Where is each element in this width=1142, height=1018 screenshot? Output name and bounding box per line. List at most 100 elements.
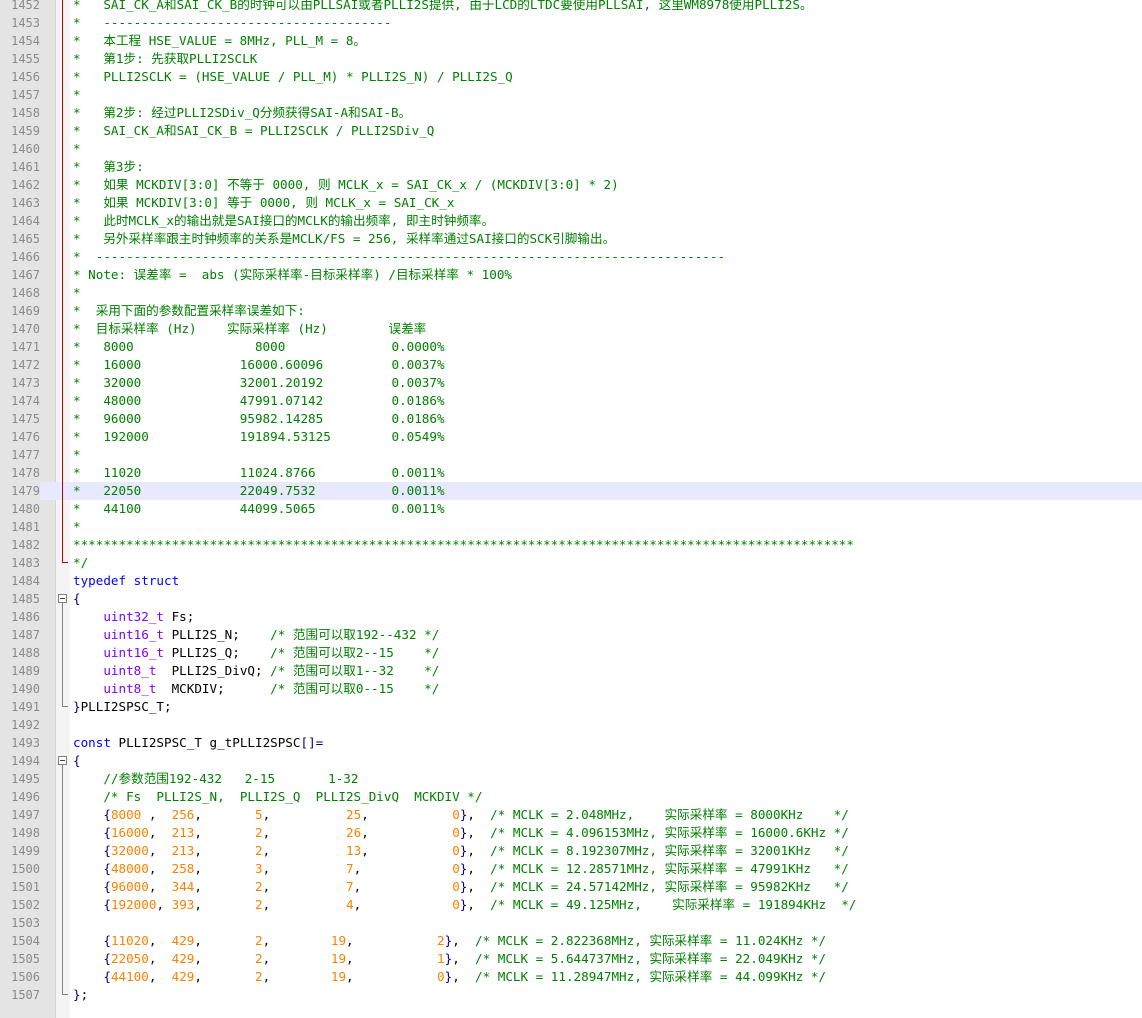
code-line[interactable]: 1464 * 此时MCLK_x的输出就是SAI接口的MCLK的输出频率, 即主时钟…: [0, 212, 1142, 230]
code-line[interactable]: 1487 uint16_t PLLI2S_N; /* 范围可以取192--432…: [0, 626, 1142, 644]
code-line[interactable]: 1461 * 第3步:: [0, 158, 1142, 176]
code-line[interactable]: 1495 //参数范围192-432 2-15 1-32: [0, 770, 1142, 788]
code-text[interactable]: {96000, 344, 2, 7, 0}, /* MCLK = 24.5714…: [73, 878, 848, 896]
code-text[interactable]: * 48000 47991.07142 0.0186%: [73, 392, 445, 410]
code-text[interactable]: const PLLI2SPSC_T g_tPLLI2SPSC[]=: [73, 734, 323, 752]
code-text[interactable]: * 第1步: 先获取PLLI2SCLK: [73, 50, 257, 68]
code-text[interactable]: {192000, 393, 2, 4, 0}, /* MCLK = 49.125…: [73, 896, 856, 914]
code-text[interactable]: * 另外采样率跟主时钟频率的关系是MCLK/FS = 256, 采样率通过SAI…: [73, 230, 615, 248]
code-line[interactable]: 1453 * ----------------------------------…: [0, 14, 1142, 32]
code-text[interactable]: * 192000 191894.53125 0.0549%: [73, 428, 445, 446]
code-text[interactable]: {22050, 429, 2, 19, 1}, /* MCLK = 5.6447…: [73, 950, 826, 968]
code-line[interactable]: 1489 uint8_t PLLI2S_DivQ; /* 范围可以取1--32 …: [0, 662, 1142, 680]
code-text[interactable]: * 11020 11024.8766 0.0011%: [73, 464, 445, 482]
code-text[interactable]: uint32_t Fs;: [73, 608, 194, 626]
code-line[interactable]: 1503: [0, 914, 1142, 932]
code-text[interactable]: uint16_t PLLI2S_Q; /* 范围可以取2--15 */: [73, 644, 439, 662]
fold-toggle-icon[interactable]: [57, 752, 69, 770]
code-text[interactable]: */: [73, 554, 88, 572]
code-text[interactable]: * 8000 8000 0.0000%: [73, 338, 445, 356]
code-line[interactable]: 1492: [0, 716, 1142, 734]
code-text[interactable]: };: [73, 986, 88, 1004]
code-line[interactable]: 1454 * 本工程 HSE_VALUE = 8MHz, PLL_M = 8。: [0, 32, 1142, 50]
code-text[interactable]: //参数范围192-432 2-15 1-32: [73, 770, 358, 788]
code-text[interactable]: * 本工程 HSE_VALUE = 8MHz, PLL_M = 8。: [73, 32, 366, 50]
code-text[interactable]: uint16_t PLLI2S_N; /* 范围可以取192--432 */: [73, 626, 439, 644]
code-text[interactable]: * --------------------------------------…: [73, 248, 725, 266]
code-line[interactable]: 1493 const PLLI2SPSC_T g_tPLLI2SPSC[]=: [0, 734, 1142, 752]
code-line[interactable]: 1459 * SAI_CK_A和SAI_CK_B = PLLI2SCLK / PL…: [0, 122, 1142, 140]
code-line[interactable]: 1496 /* Fs PLLI2S_N, PLLI2S_Q PLLI2S_Div…: [0, 788, 1142, 806]
code-text[interactable]: * 96000 95982.14285 0.0186%: [73, 410, 445, 428]
fold-toggle-icon[interactable]: [57, 590, 69, 608]
code-line[interactable]: 1476 * 192000 191894.53125 0.0549%: [0, 428, 1142, 446]
code-line[interactable]: 1507};: [0, 986, 1142, 1004]
code-line[interactable]: 1480 * 44100 44099.5065 0.0011%: [0, 500, 1142, 518]
code-text[interactable]: * 32000 32001.20192 0.0037%: [73, 374, 445, 392]
code-text[interactable]: {11020, 429, 2, 19, 2}, /* MCLK = 2.8223…: [73, 932, 826, 950]
code-text[interactable]: * 如果 MCKDIV[3:0] 不等于 0000, 则 MCLK_x = SA…: [73, 176, 619, 194]
code-line[interactable]: 1500 {48000, 258, 3, 7, 0}, /* MCLK = 12…: [0, 860, 1142, 878]
code-text[interactable]: *: [73, 140, 81, 158]
code-line[interactable]: 1465 * 另外采样率跟主时钟频率的关系是MCLK/FS = 256, 采样率通…: [0, 230, 1142, 248]
code-lines[interactable]: 1452 * SAI_CK_A和SAI_CK_B的时钟可以由PLLSAI或者PLL…: [0, 0, 1142, 1004]
code-line[interactable]: 1473 * 32000 32001.20192 0.0037%: [0, 374, 1142, 392]
code-line[interactable]: 1490 uint8_t MCKDIV; /* 范围可以取0--15 */: [0, 680, 1142, 698]
code-line[interactable]: 1463 * 如果 MCKDIV[3:0] 等于 0000, 则 MCLK_x =…: [0, 194, 1142, 212]
code-text[interactable]: *: [73, 284, 81, 302]
code-text[interactable]: * PLLI2SCLK = (HSE_VALUE / PLL_M) * PLLI…: [73, 68, 513, 86]
code-text[interactable]: {44100, 429, 2, 19, 0}, /* MCLK = 11.289…: [73, 968, 826, 986]
code-line[interactable]: 1474 * 48000 47991.07142 0.0186%: [0, 392, 1142, 410]
code-line[interactable]: 1483 */: [0, 554, 1142, 572]
code-line[interactable]: 1502 {192000, 393, 2, 4, 0}, /* MCLK = 4…: [0, 896, 1142, 914]
code-text[interactable]: * 第2步: 经过PLLI2SDiv_Q分频获得SAI-A和SAI-B。: [73, 104, 411, 122]
code-editor[interactable]: 1452 * SAI_CK_A和SAI_CK_B的时钟可以由PLLSAI或者PLL…: [0, 0, 1142, 1018]
code-text[interactable]: * --------------------------------------: [73, 14, 391, 32]
code-line[interactable]: 1471 * 8000 8000 0.0000%: [0, 338, 1142, 356]
code-text[interactable]: {8000 , 256, 5, 25, 0}, /* MCLK = 2.048M…: [73, 806, 848, 824]
code-text[interactable]: * 此时MCLK_x的输出就是SAI接口的MCLK的输出频率, 即主时钟频率。: [73, 212, 494, 230]
code-text[interactable]: }PLLI2SPSC_T;: [73, 698, 172, 716]
code-line[interactable]: 1506 {44100, 429, 2, 19, 0}, /* MCLK = 1…: [0, 968, 1142, 986]
code-line[interactable]: 1472 * 16000 16000.60096 0.0037%: [0, 356, 1142, 374]
code-line[interactable]: 1460 *: [0, 140, 1142, 158]
code-text[interactable]: /* Fs PLLI2S_N, PLLI2S_Q PLLI2S_DivQ MCK…: [73, 788, 482, 806]
code-line[interactable]: 1468 *: [0, 284, 1142, 302]
code-text[interactable]: * SAI_CK_A和SAI_CK_B的时钟可以由PLLSAI或者PLLI2S提…: [73, 0, 813, 14]
code-text[interactable]: * Note: 误差率 = abs (实际采样率-目标采样率) /目标采样率 *…: [73, 266, 512, 284]
code-line[interactable]: 1466 * ----------------------------------…: [0, 248, 1142, 266]
code-line[interactable]: 1458 * 第2步: 经过PLLI2SDiv_Q分频获得SAI-A和SAI-B。: [0, 104, 1142, 122]
code-text[interactable]: ****************************************…: [73, 536, 854, 554]
code-line[interactable]: 1467 * Note: 误差率 = abs (实际采样率-目标采样率) /目标采…: [0, 266, 1142, 284]
code-line[interactable]: 1499 {32000, 213, 2, 13, 0}, /* MCLK = 8…: [0, 842, 1142, 860]
code-line[interactable]: 1482 ************************************…: [0, 536, 1142, 554]
code-text[interactable]: * 44100 44099.5065 0.0011%: [73, 500, 445, 518]
code-text[interactable]: *: [73, 86, 81, 104]
code-line[interactable]: 1452 * SAI_CK_A和SAI_CK_B的时钟可以由PLLSAI或者PLL…: [0, 0, 1142, 14]
code-line[interactable]: 1478 * 11020 11024.8766 0.0011%: [0, 464, 1142, 482]
code-line[interactable]: 1477 *: [0, 446, 1142, 464]
code-text[interactable]: {32000, 213, 2, 13, 0}, /* MCLK = 8.1923…: [73, 842, 848, 860]
code-line-current[interactable]: 1479 * 22050 22049.7532 0.0011%: [0, 482, 1142, 500]
code-line[interactable]: 1470 * 目标采样率 (Hz) 实际采样率 (Hz) 误差率: [0, 320, 1142, 338]
code-line[interactable]: 1486 uint32_t Fs;: [0, 608, 1142, 626]
code-text[interactable]: * 如果 MCKDIV[3:0] 等于 0000, 则 MCLK_x = SAI…: [73, 194, 454, 212]
code-text[interactable]: {48000, 258, 3, 7, 0}, /* MCLK = 12.2857…: [73, 860, 848, 878]
code-text[interactable]: * 采用下面的参数配置采样率误差如下:: [73, 302, 305, 320]
code-line[interactable]: 1497 {8000 , 256, 5, 25, 0}, /* MCLK = 2…: [0, 806, 1142, 824]
code-text[interactable]: *: [73, 518, 81, 536]
code-line[interactable]: 1494 {: [0, 752, 1142, 770]
code-text[interactable]: * 目标采样率 (Hz) 实际采样率 (Hz) 误差率: [73, 320, 426, 338]
code-line[interactable]: 1498 {16000, 213, 2, 26, 0}, /* MCLK = 4…: [0, 824, 1142, 842]
code-line[interactable]: 1469 * 采用下面的参数配置采样率误差如下:: [0, 302, 1142, 320]
code-line[interactable]: 1484 typedef struct: [0, 572, 1142, 590]
code-line[interactable]: 1501 {96000, 344, 2, 7, 0}, /* MCLK = 24…: [0, 878, 1142, 896]
code-text[interactable]: * 第3步:: [73, 158, 144, 176]
code-line[interactable]: 1485 {: [0, 590, 1142, 608]
code-line[interactable]: 1457 *: [0, 86, 1142, 104]
code-line[interactable]: 1481 *: [0, 518, 1142, 536]
code-text[interactable]: * 22050 22049.7532 0.0011%: [73, 482, 445, 500]
code-text[interactable]: {16000, 213, 2, 26, 0}, /* MCLK = 4.0961…: [73, 824, 848, 842]
code-text[interactable]: uint8_t MCKDIV; /* 范围可以取0--15 */: [73, 680, 439, 698]
code-line[interactable]: 1455 * 第1步: 先获取PLLI2SCLK: [0, 50, 1142, 68]
